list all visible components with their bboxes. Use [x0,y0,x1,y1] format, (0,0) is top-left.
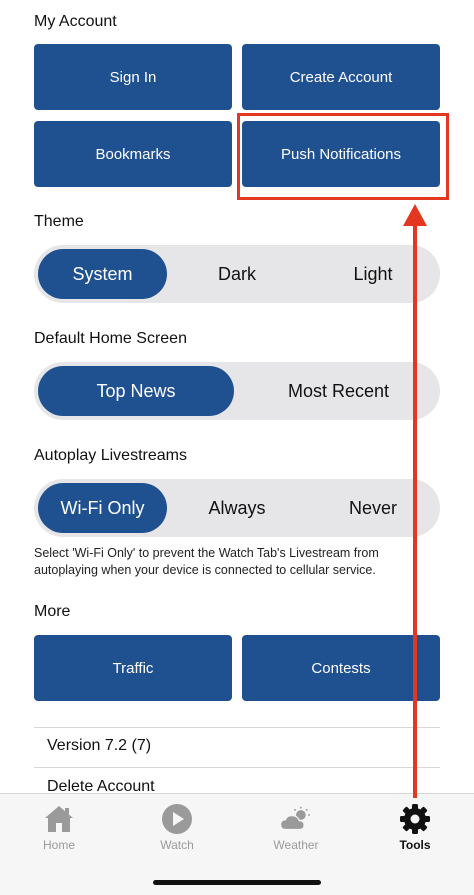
theme-option-system[interactable]: System [38,249,167,299]
tab-tools[interactable]: Tools [356,794,474,864]
gear-icon [398,802,432,836]
autoplay-segmented-control: Wi-Fi Only Always Never [34,479,440,537]
theme-option-dark[interactable]: Dark [170,245,304,303]
annotation-arrow-line [413,222,417,798]
autoplay-note-line-2: autoplaying when your device is connecte… [34,563,376,577]
tab-weather-label: Weather [273,838,319,852]
contests-button[interactable]: Contests [242,635,440,701]
theme-title: Theme [34,213,84,230]
home-screen-title: Default Home Screen [34,330,187,347]
autoplay-note-line-1: Select 'Wi-Fi Only' to prevent the Watch… [34,546,379,560]
more-title: More [34,603,71,620]
tab-weather[interactable]: Weather [237,794,355,864]
divider [34,727,440,728]
home-icon [42,802,76,836]
tab-home[interactable]: Home [0,794,118,864]
autoplay-note: Select 'Wi-Fi Only' to prevent the Watch… [34,545,434,579]
home-screen-segmented-control: Top News Most Recent [34,362,440,420]
tab-tools-label: Tools [399,838,431,852]
tab-watch-label: Watch [160,838,194,852]
traffic-button[interactable]: Traffic [34,635,232,701]
play-icon [160,802,194,836]
autoplay-title: Autoplay Livestreams [34,447,187,464]
home-indicator [153,880,321,885]
version-label: Version 7.2 (7) [47,737,152,754]
sign-in-button[interactable]: Sign In [34,44,232,110]
tab-home-label: Home [42,838,75,852]
autoplay-option-wifi-only[interactable]: Wi-Fi Only [38,483,167,533]
annotation-arrow-head [403,204,427,226]
theme-segmented-control: System Dark Light [34,245,440,303]
partly-cloudy-icon [279,802,313,836]
divider [34,767,440,768]
autoplay-option-never[interactable]: Never [306,479,440,537]
bookmarks-button[interactable]: Bookmarks [34,121,232,187]
annotation-highlight-box [237,113,449,200]
create-account-button[interactable]: Create Account [242,44,440,110]
theme-option-light[interactable]: Light [306,245,440,303]
home-screen-option-most-recent[interactable]: Most Recent [237,362,440,420]
autoplay-option-always[interactable]: Always [170,479,304,537]
tab-watch[interactable]: Watch [118,794,236,864]
my-account-title: My Account [34,13,117,30]
home-screen-option-top-news[interactable]: Top News [38,366,234,416]
